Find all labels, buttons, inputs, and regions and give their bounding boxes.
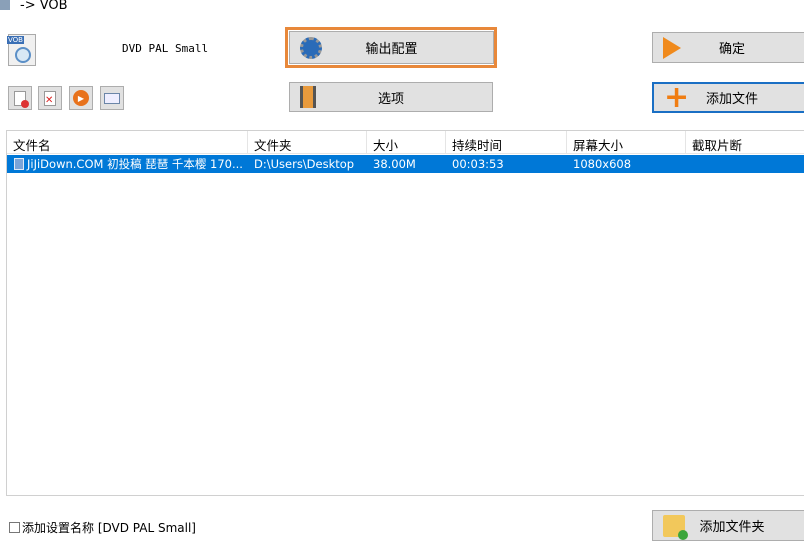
remove-file-button[interactable] [8, 86, 32, 110]
film-scissors-icon [300, 86, 316, 108]
add-file-button[interactable]: + 添加文件 [652, 82, 804, 113]
plus-icon: + [664, 79, 690, 115]
file-name: JiJiDown.COM 初投稿 琵琶 千本樱 170... [27, 157, 243, 171]
profile-name: DVD PAL Small [122, 42, 209, 55]
ok-button[interactable]: 确定 [652, 32, 804, 63]
table-header: 文件名 文件夹 大小 持续时间 屏幕大小 截取片断 [7, 131, 804, 154]
folder-add-icon [663, 514, 688, 540]
gear-icon [300, 36, 322, 59]
column-header-duration[interactable]: 持续时间 [446, 131, 567, 153]
column-header-folder[interactable]: 文件夹 [248, 131, 367, 153]
window-title: -> VOB [20, 0, 68, 13]
clear-list-button[interactable]: ✕ [38, 86, 62, 110]
play-button[interactable]: ▶ [69, 86, 93, 110]
column-header-resolution[interactable]: 屏幕大小 [567, 131, 686, 153]
vob-format-icon: VOB [7, 34, 36, 66]
column-header-size[interactable]: 大小 [367, 131, 446, 153]
file-clip [686, 155, 804, 173]
file-resolution: 1080x608 [573, 157, 632, 171]
play-icon: ▶ [73, 90, 89, 106]
options-button[interactable]: 选项 [289, 82, 493, 112]
title-bar: -> VOB [0, 0, 804, 16]
app-icon [0, 0, 10, 10]
file-duration: 00:03:53 [452, 157, 504, 171]
arrow-right-icon [663, 36, 681, 59]
file-table[interactable]: 文件名 文件夹 大小 持续时间 屏幕大小 截取片断 JiJiDown.COM 初… [6, 130, 804, 496]
media-info-icon [104, 92, 120, 104]
add-profile-name-checkbox[interactable]: 添加设置名称 [DVD PAL Small] [9, 519, 196, 536]
video-file-icon [14, 158, 24, 170]
output-config-button[interactable]: 输出配置 [289, 31, 494, 64]
add-folder-button[interactable]: 添加文件夹 [652, 510, 804, 541]
clear-list-icon: ✕ [44, 90, 56, 106]
file-size: 38.00M [373, 157, 416, 171]
media-info-button[interactable] [100, 86, 124, 110]
checkbox-label: 添加设置名称 [DVD PAL Small] [22, 521, 196, 535]
column-header-filename[interactable]: 文件名 [7, 131, 248, 153]
checkbox-box[interactable] [9, 522, 20, 533]
remove-file-icon [14, 90, 29, 108]
table-row[interactable]: JiJiDown.COM 初投稿 琵琶 千本樱 170... D:\Users\… [7, 155, 804, 173]
column-header-clip[interactable]: 截取片断 [686, 131, 804, 153]
file-folder: D:\Users\Desktop [254, 157, 355, 171]
